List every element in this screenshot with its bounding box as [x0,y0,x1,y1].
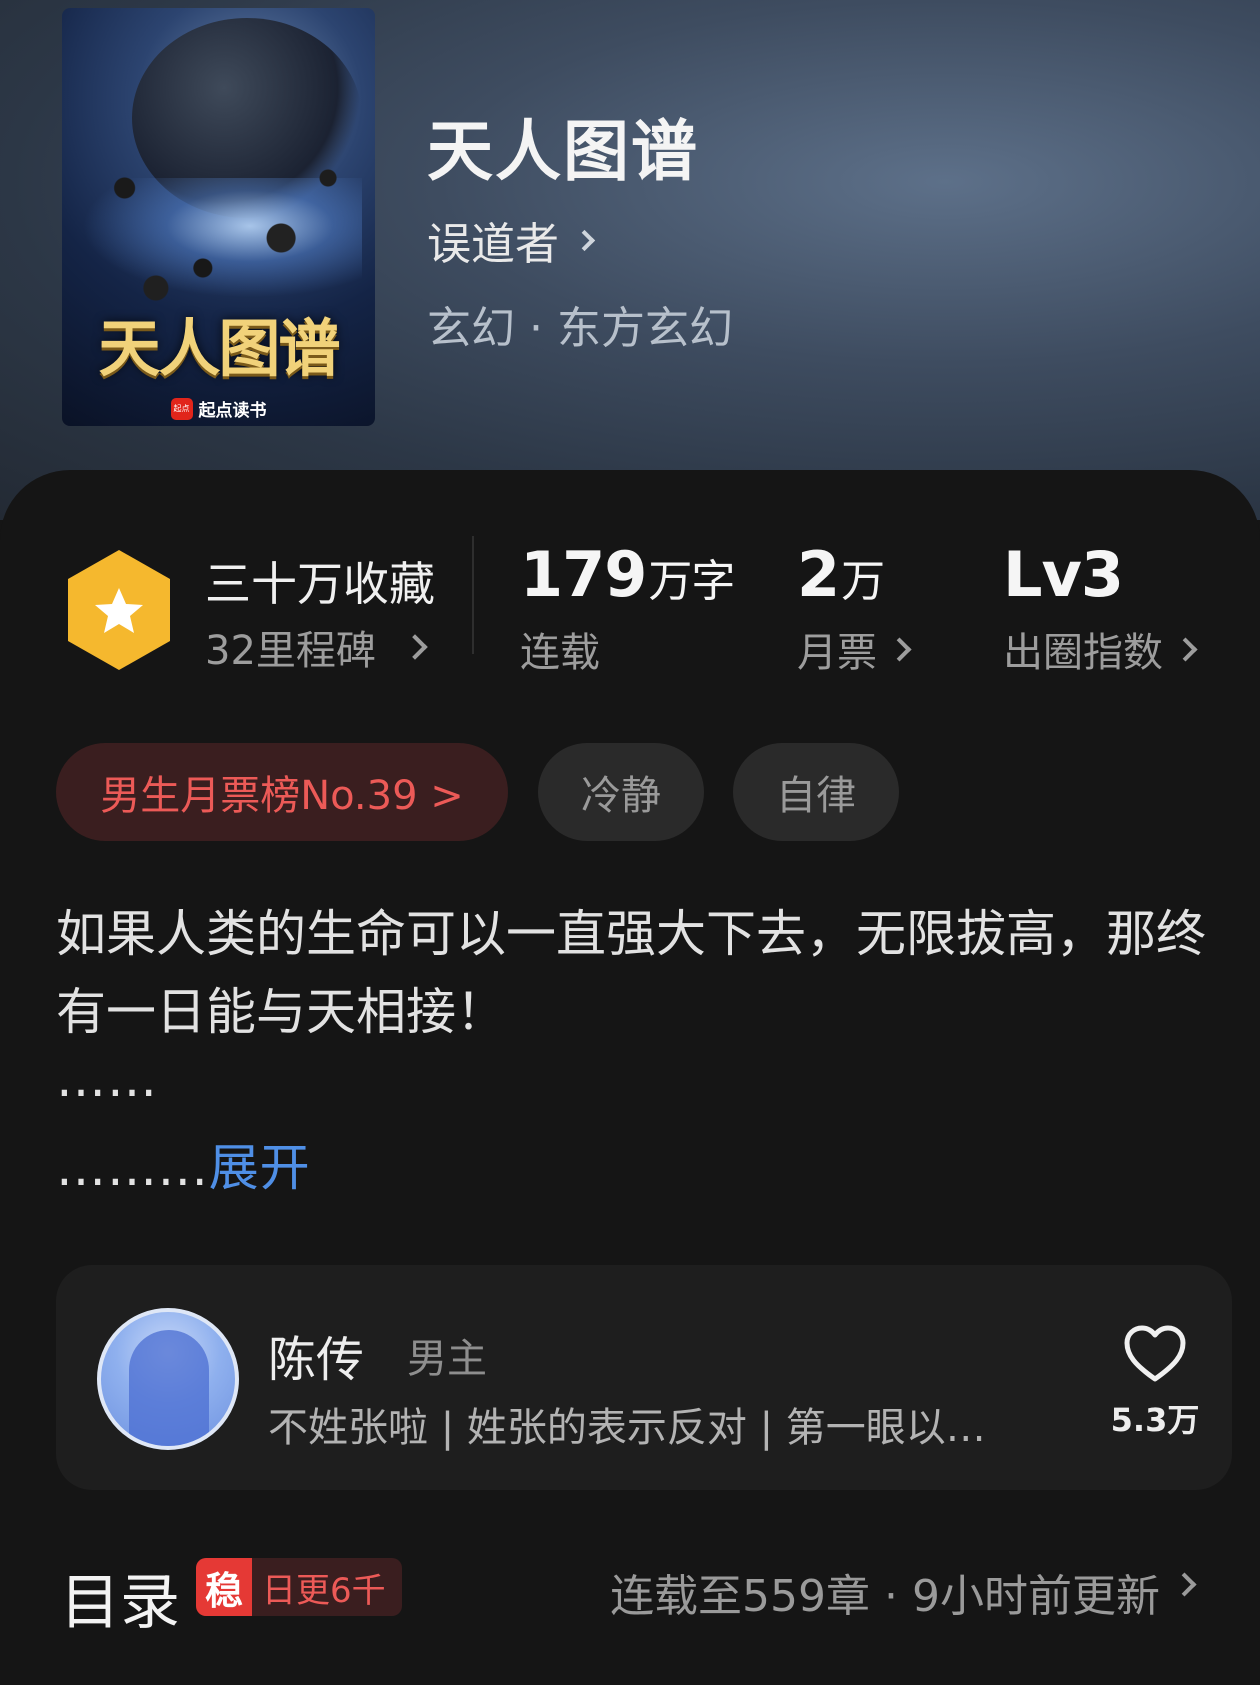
collection-title: 三十万收藏 [205,557,435,611]
monthly-votes-number: 2 [797,538,840,611]
avatar-figure [129,1330,209,1446]
character-tags: 不姓张啦 | 姓张的表示反对 | 第一眼以… [268,1405,986,1451]
chevron-right-icon [573,229,596,251]
stats-divider [472,536,474,654]
update-frequency: 日更6千 [262,1570,386,1611]
description-ellipsis-text: ……... [56,1139,209,1197]
cover-brand: 起点 起点读书 [62,396,375,421]
milestone-label: 32里程碑 [205,628,376,674]
description-ellipsis-expand: ……...展开 [56,1128,311,1200]
monthly-votes-link[interactable]: 月票 [797,620,912,678]
author-link[interactable]: 误道者 [427,208,596,272]
chevron-right-icon [887,636,912,662]
toc-title[interactable]: 目录 [60,1554,180,1641]
serial-status-label: 连载 [520,630,600,676]
level-value: Lv3 [1003,538,1124,611]
monthly-votes-unit: 万 [841,556,885,607]
like-count: 5.3万 [1110,1401,1200,1439]
collection-badge-icon [64,548,174,672]
level-label: 出圈指数 [1003,630,1163,676]
character-name: 陈传 [268,1332,365,1388]
expand-link[interactable]: 展开 [209,1139,311,1197]
word-count: 179万字 [520,538,735,611]
description-ellipsis: …… [56,1050,158,1108]
tag-discipline[interactable]: 自律 [733,743,899,841]
stable-update-icon: 稳 [196,1558,252,1616]
monthly-votes: 2万 [797,538,885,611]
update-badge: 稳 日更6千 [196,1558,402,1616]
cover-brand-text: 起点读书 [198,401,267,421]
monthly-votes-label: 月票 [797,630,877,676]
toc-status-link[interactable]: 连载至559章 · 9小时前更新 [610,1560,1160,1624]
rank-tag[interactable]: 男生月票榜No.39 > [56,743,508,841]
author-name: 误道者 [427,219,559,270]
book-cover[interactable]: 天人图谱 起点 起点读书 [62,8,375,426]
word-count-unit: 万字 [648,556,735,607]
serial-status: 连载 [520,620,600,678]
chevron-right-icon [1173,636,1198,662]
book-title: 天人图谱 [427,112,699,190]
cover-title-art: 天人图谱 [98,312,340,385]
word-count-number: 179 [520,538,647,611]
milestone-link[interactable]: 32里程碑 [205,618,428,676]
genre-label: 玄幻 · 东方玄幻 [427,303,733,354]
chevron-right-icon [402,634,428,660]
heart-icon[interactable] [1123,1325,1187,1383]
book-description: 如果人类的生命可以一直强大下去，无限拔高，那终有一日能与天相接！ [56,905,1206,1041]
tag-calm[interactable]: 冷静 [538,743,704,841]
level-link[interactable]: 出圈指数 [1003,620,1198,678]
character-avatar[interactable] [97,1308,239,1450]
qidian-logo-icon: 起点 [170,397,193,420]
character-role: 男主 [407,1336,487,1382]
